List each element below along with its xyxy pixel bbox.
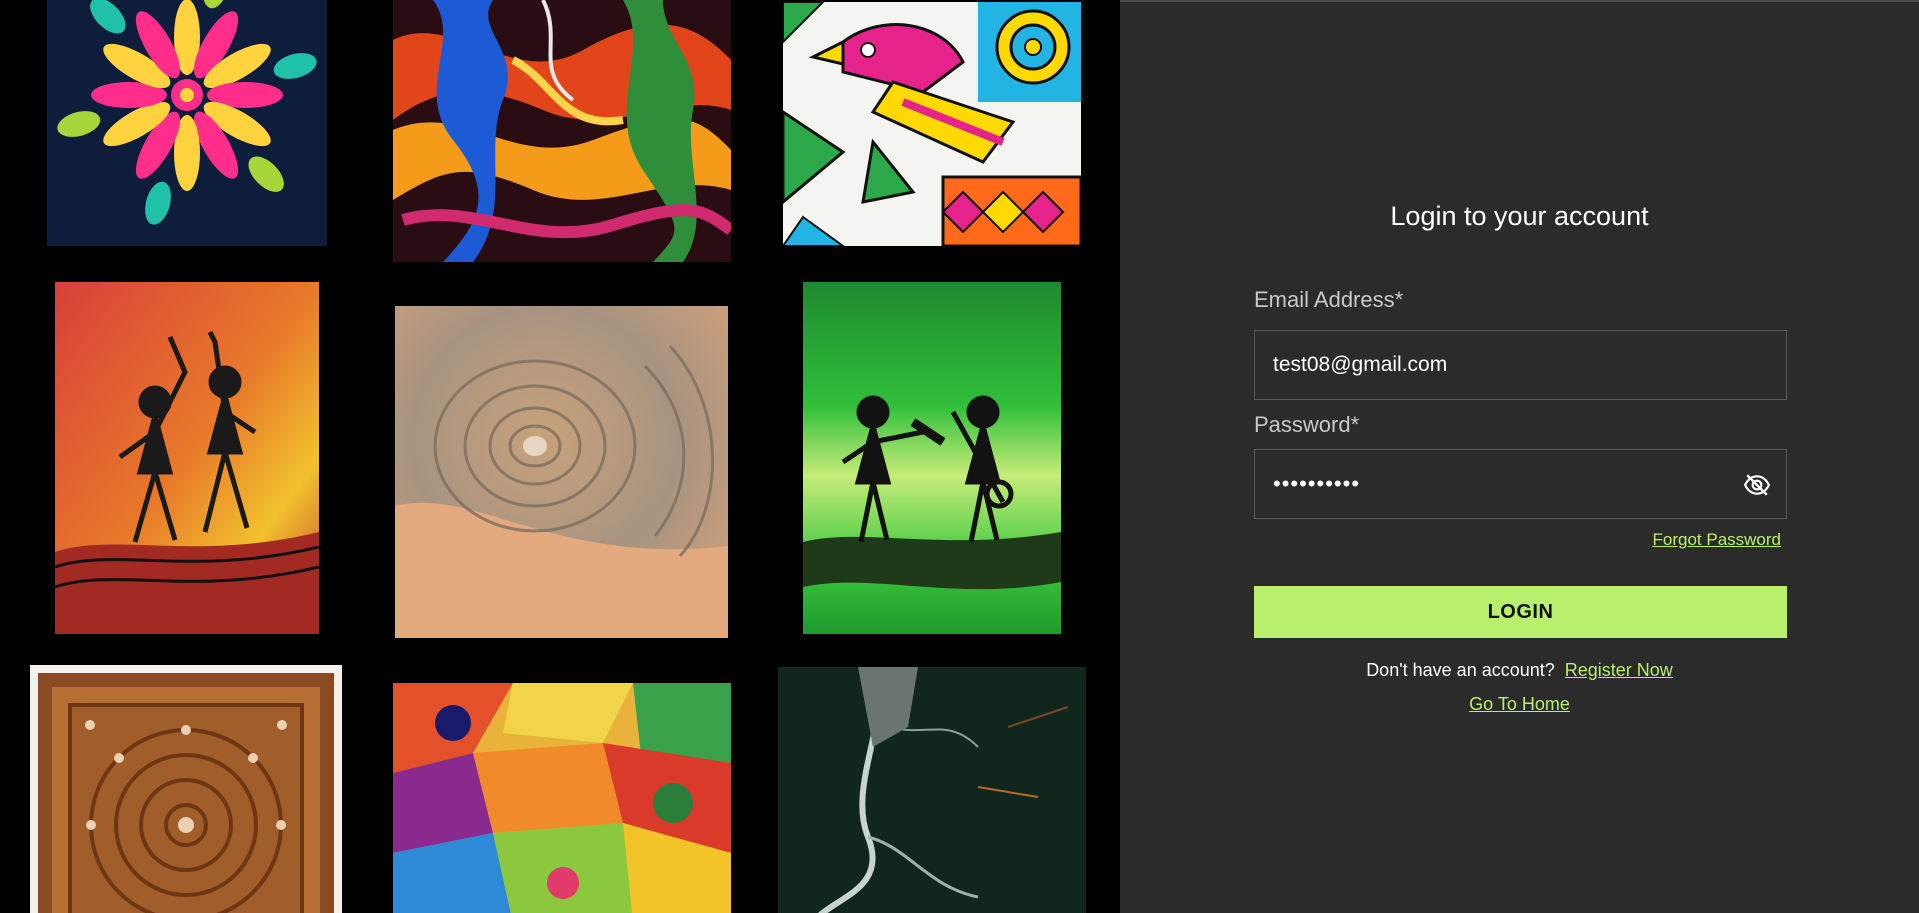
eye-off-icon[interactable] bbox=[1743, 472, 1771, 498]
warli-dancers-red-art bbox=[55, 282, 319, 634]
abstract-swirl-art bbox=[393, 0, 731, 262]
password-field-wrapper bbox=[1254, 449, 1787, 519]
art-gallery bbox=[0, 0, 1120, 913]
dark-marble-art bbox=[778, 667, 1086, 913]
register-link[interactable]: Register Now bbox=[1565, 660, 1673, 680]
forgot-password-link[interactable]: Forgot Password bbox=[1254, 530, 1782, 550]
colorful-impasto-art bbox=[393, 683, 731, 913]
folk-bird-art bbox=[783, 2, 1081, 246]
password-field[interactable] bbox=[1255, 450, 1786, 518]
email-field-wrapper bbox=[1254, 330, 1787, 400]
warli-musicians-green-art bbox=[803, 282, 1061, 634]
carved-wood-panel-art bbox=[30, 665, 342, 913]
password-label: Password* bbox=[1254, 412, 1360, 437]
go-to-home-link[interactable]: Go To Home bbox=[1120, 694, 1919, 715]
login-panel: Login to your account Email Address* Pas… bbox=[1120, 0, 1919, 913]
email-field[interactable] bbox=[1255, 331, 1786, 399]
login-button[interactable]: LOGIN bbox=[1254, 586, 1787, 638]
register-row: Don't have an account? Register Now bbox=[1120, 660, 1919, 681]
email-label: Email Address* bbox=[1254, 287, 1404, 312]
login-title: Login to your account bbox=[1390, 201, 1649, 231]
mandala-flower-art bbox=[47, 0, 327, 246]
no-account-text: Don't have an account? bbox=[1366, 660, 1555, 680]
desert-crater-art bbox=[395, 306, 728, 638]
